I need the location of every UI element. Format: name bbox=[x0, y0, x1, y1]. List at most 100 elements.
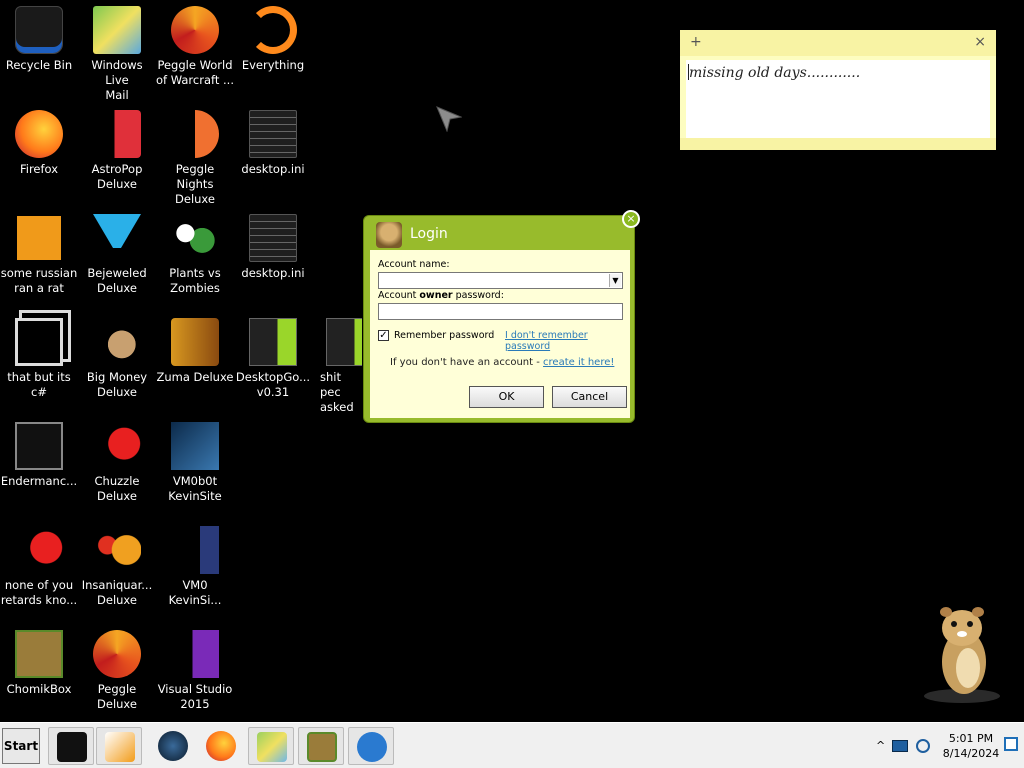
folder-icon bbox=[326, 318, 362, 366]
taskbar-app-chomikbox[interactable] bbox=[298, 727, 344, 765]
icon-label: Windows Live Mail bbox=[91, 58, 143, 102]
taskbar-app-eject[interactable] bbox=[348, 727, 394, 765]
hamster-mascot-icon[interactable] bbox=[922, 600, 1004, 704]
chevron-down-icon[interactable]: ▼ bbox=[609, 274, 621, 287]
sticky-note-footer bbox=[680, 138, 996, 150]
system-tray: ^ 5:01 PM 8/14/2024 bbox=[870, 727, 1022, 765]
owner-password-field[interactable] bbox=[378, 303, 623, 320]
chuzzle-icon bbox=[93, 422, 141, 470]
desktop-icon-desktopgo[interactable]: DesktopGo... v0.31 bbox=[234, 312, 312, 412]
explorer-icon bbox=[257, 732, 287, 762]
icon-label: Everything bbox=[241, 58, 305, 72]
account-name-label: Account name: bbox=[378, 259, 450, 270]
remember-password-checkbox[interactable]: ✓ bbox=[378, 330, 389, 341]
account-name-combobox[interactable]: ▼ bbox=[378, 272, 623, 289]
cancel-button[interactable]: Cancel bbox=[552, 386, 627, 408]
desktop-icon-plants-vs-zombies[interactable]: Plants vs Zombies bbox=[156, 208, 234, 308]
forgot-password-link[interactable]: I don't remember password bbox=[505, 330, 630, 352]
sticky-note-text-area[interactable]: missing old days............ bbox=[686, 60, 990, 138]
windows-icon bbox=[15, 318, 63, 366]
clock-date: 8/14/2024 bbox=[942, 747, 1000, 760]
close-dialog-button[interactable]: × bbox=[622, 210, 640, 228]
desktop-icon-zuma[interactable]: Zuma Deluxe bbox=[156, 312, 234, 412]
start-button[interactable]: Start bbox=[2, 728, 40, 764]
mouse-cursor-icon bbox=[436, 106, 462, 132]
icon-label: Big Money Deluxe bbox=[86, 370, 148, 399]
desktop-icon-astropop[interactable]: AstroPop Deluxe bbox=[78, 104, 156, 204]
icon-label: Visual Studio 2015 bbox=[157, 682, 233, 711]
icon-label: Peggle World of Warcraft ... bbox=[156, 58, 234, 87]
ini-file-icon bbox=[249, 214, 297, 262]
desktop-icon-some-russian[interactable]: some russian ran a rat bbox=[0, 208, 78, 308]
icon-label: VM0 KevinSi... bbox=[168, 578, 222, 607]
media-player-icon bbox=[105, 732, 135, 762]
firefox-icon bbox=[206, 731, 236, 761]
sticky-note[interactable]: + × missing old days............ bbox=[680, 30, 996, 150]
desktop-icon-chomikbox[interactable]: ChomikBox bbox=[0, 624, 78, 724]
peggle-icon bbox=[93, 630, 141, 678]
icon-label: some russian ran a rat bbox=[0, 266, 78, 295]
taskbar-app-orb[interactable] bbox=[150, 727, 196, 765]
icon-label: Plants vs Zombies bbox=[169, 266, 221, 295]
owner-password-label: Account owner password: bbox=[378, 290, 504, 301]
no-account-text: If you don't have an account - create it… bbox=[390, 357, 615, 368]
taskbar: Start ^ 5:01 PM 8/14/2024 bbox=[0, 722, 1024, 768]
big-money-icon bbox=[93, 318, 141, 366]
icon-label: shit pec asked m bbox=[320, 370, 354, 412]
taskbar-app-explorer[interactable] bbox=[248, 727, 294, 765]
volume-icon[interactable] bbox=[916, 739, 930, 753]
icon-label: VM0b0t KevinSite bbox=[168, 474, 222, 503]
mail-icon bbox=[93, 6, 141, 54]
add-note-button[interactable]: + bbox=[690, 34, 702, 50]
create-account-link[interactable]: create it here! bbox=[543, 357, 614, 368]
icon-label: desktop.ini bbox=[241, 266, 305, 280]
insaniquarium-icon bbox=[93, 526, 141, 574]
taskbar-app-firefox[interactable] bbox=[198, 727, 244, 765]
desktop-icon-endermanc[interactable]: Endermanc... bbox=[0, 416, 78, 516]
app-icon bbox=[15, 214, 63, 262]
clock[interactable]: 5:01 PM 8/14/2024 bbox=[940, 731, 1002, 761]
tray-overflow-chevron-icon[interactable]: ^ bbox=[876, 739, 885, 752]
network-icon[interactable] bbox=[892, 740, 908, 752]
desktop-icon-none-of-you[interactable]: none of you retards kno... bbox=[0, 520, 78, 620]
desktop-icon-recycle-bin[interactable]: Recycle Bin bbox=[0, 0, 78, 100]
dialog-title: Login bbox=[410, 226, 448, 242]
desktop-icon-peggle-world[interactable]: Peggle World of Warcraft ... bbox=[156, 0, 234, 100]
ini-file-icon bbox=[249, 110, 297, 158]
icon-label: Peggle Deluxe bbox=[97, 682, 137, 711]
chomikbox-icon bbox=[15, 630, 63, 678]
zuma-icon bbox=[171, 318, 219, 366]
desktop-icon-desktop-ini-2[interactable]: desktop.ini bbox=[234, 208, 312, 308]
terminal-icon bbox=[15, 422, 63, 470]
desktop-icon-visual-studio[interactable]: Visual Studio 2015 bbox=[156, 624, 234, 724]
desktop-icon-everything[interactable]: Everything bbox=[234, 0, 312, 100]
desktop-icon-peggle-deluxe[interactable]: Peggle Deluxe bbox=[78, 624, 156, 724]
taskbar-app-windows[interactable] bbox=[48, 727, 94, 765]
desktop-icon-peggle-nights[interactable]: Peggle Nights Deluxe bbox=[156, 104, 234, 206]
icon-label: desktop.ini bbox=[241, 162, 305, 176]
desktop-icon-insaniquarium[interactable]: Insaniquar... Deluxe bbox=[78, 520, 156, 620]
icon-label: Firefox bbox=[19, 162, 59, 176]
desktop-icon-shit-pec[interactable]: shit pec asked m bbox=[312, 312, 362, 412]
firefox-icon bbox=[15, 110, 63, 158]
icon-label: Bejeweled Deluxe bbox=[87, 266, 147, 295]
desktop-icon-chuzzle[interactable]: Chuzzle Deluxe bbox=[78, 416, 156, 516]
desktop-icon-vm0[interactable]: VM0 KevinSi... bbox=[156, 520, 234, 620]
desktop-icon-vm0b0t[interactable]: VM0b0t KevinSite bbox=[156, 416, 234, 516]
desktop-icon-windows-live-mail[interactable]: Windows Live Mail bbox=[78, 0, 156, 102]
sticky-note-header: + × bbox=[680, 30, 996, 56]
desktop-icon-bejeweled[interactable]: Bejeweled Deluxe bbox=[78, 208, 156, 308]
desktop-icon-desktop-ini-1[interactable]: desktop.ini bbox=[234, 104, 312, 204]
peggle-icon bbox=[171, 6, 219, 54]
notification-icon[interactable] bbox=[1004, 737, 1018, 751]
close-note-button[interactable]: × bbox=[974, 34, 986, 50]
icon-label: none of you retards kno... bbox=[0, 578, 78, 607]
taskbar-app-media-player[interactable] bbox=[96, 727, 142, 765]
icon-label: DesktopGo... v0.31 bbox=[235, 370, 311, 399]
ok-button[interactable]: OK bbox=[469, 386, 544, 408]
desktop-icon-big-money[interactable]: Big Money Deluxe bbox=[78, 312, 156, 412]
desktop-icon-that-but-its-cs[interactable]: that but its c# bbox=[0, 312, 78, 412]
visual-studio-icon bbox=[171, 630, 219, 678]
desktop-icon-firefox[interactable]: Firefox bbox=[0, 104, 78, 204]
folder-icon bbox=[249, 318, 297, 366]
